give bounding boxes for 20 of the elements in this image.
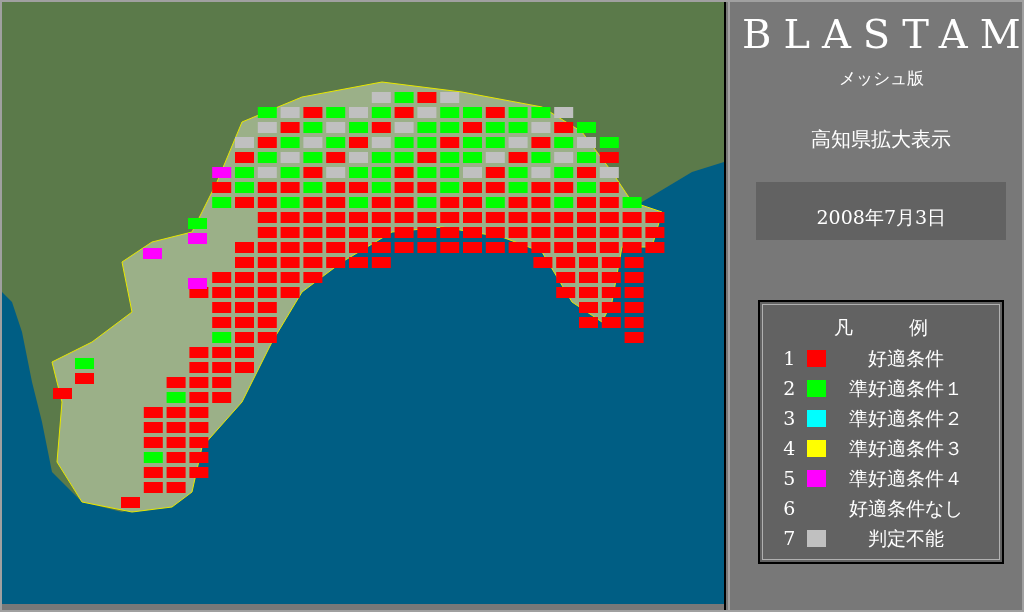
app-subtitle: メッシュ版 [838, 67, 924, 90]
date-panel: 2008年7月3日 [756, 181, 1007, 240]
legend-label: 好適条件なし [848, 496, 965, 521]
legend-number: 7 [783, 526, 797, 551]
legend-label: 準好適条件１ [848, 376, 965, 401]
view-label: 高知県拡大表示 [811, 125, 952, 153]
legend-number: 2 [783, 376, 797, 401]
legend-label: 判定不能 [867, 526, 946, 551]
legend-number: 4 [783, 436, 797, 461]
legend-label: 準好適条件３ [848, 436, 965, 461]
legend-title: 例 [909, 314, 929, 340]
legend-number: 5 [783, 466, 797, 491]
legend-label: 準好適条件４ [848, 466, 965, 491]
legend-number: 3 [783, 406, 797, 431]
legend-number: 6 [783, 496, 797, 521]
legend-label: 好適条件 [867, 346, 946, 371]
legend-label: 準好適条件２ [848, 406, 965, 431]
legend-title: 凡 [834, 314, 854, 340]
app-title: BLASTAM [741, 14, 1022, 54]
legend-number: 1 [783, 346, 797, 371]
